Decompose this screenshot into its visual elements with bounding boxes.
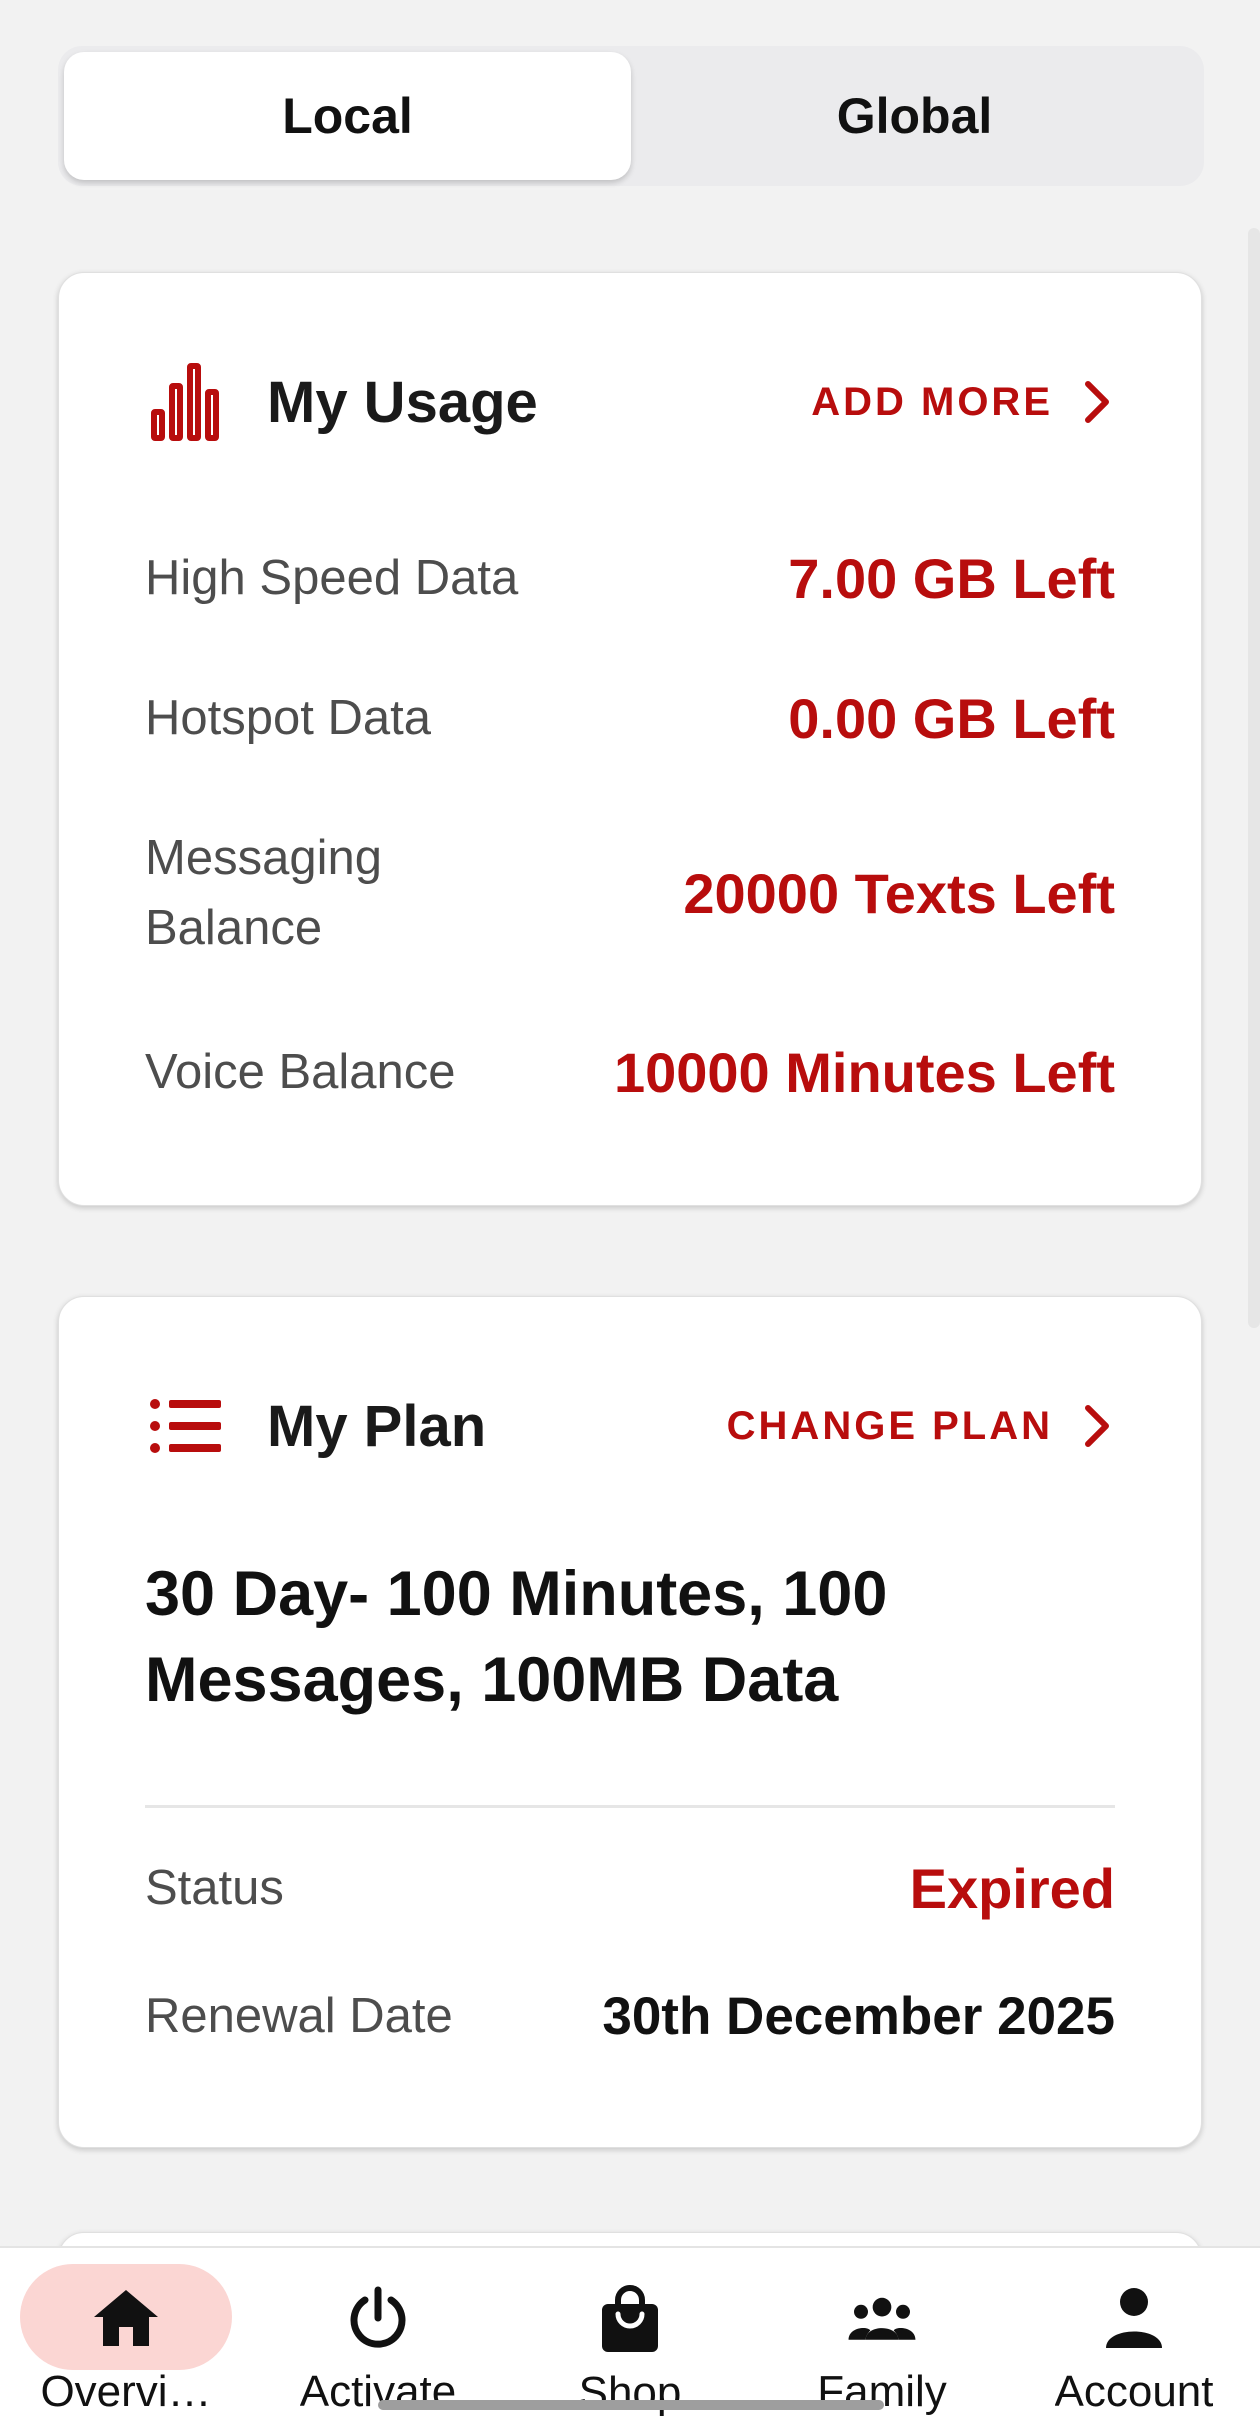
chevron-right-icon: [1085, 381, 1109, 423]
nav-label: Overvi…: [40, 2366, 212, 2416]
plan-title: My Plan: [267, 1393, 487, 1459]
region-toggle: Local Global: [58, 46, 1204, 186]
status-label: Status: [145, 1861, 284, 1915]
renewal-date: 30th December 2025: [602, 1986, 1115, 2046]
usage-row-hotspot: Hotspot Data 0.00 GB Left: [145, 683, 1115, 753]
nav-overview[interactable]: Overvi…: [0, 2248, 252, 2416]
plan-status-row: Status Expired: [145, 1853, 1115, 1923]
usage-title: My Usage: [267, 369, 538, 435]
plan-name: 30 Day- 100 Minutes, 100 Messages, 100MB…: [145, 1559, 888, 1715]
divider: [145, 1805, 1115, 1808]
usage-row-label: Hotspot Data: [145, 691, 431, 745]
plan-renewal-row: Renewal Date 30th December 2025: [145, 1981, 1115, 2051]
usage-row-label: Messaging Balance: [145, 831, 382, 955]
usage-row-value: 10000 Minutes Left: [613, 1040, 1115, 1104]
usage-row-value: 0.00 GB Left: [788, 686, 1115, 750]
usage-card-header: My Usage ADD MORE: [149, 357, 1111, 447]
scrollbar[interactable]: [1248, 228, 1260, 1328]
list-icon: [149, 1389, 223, 1463]
shopping-bag-icon: [595, 2284, 665, 2354]
usage-row-value: 7.00 GB Left: [788, 546, 1115, 610]
change-plan-button[interactable]: CHANGE PLAN: [727, 1404, 1111, 1449]
nav-label: Account: [1054, 2366, 1214, 2416]
plan-card-header: My Plan CHANGE PLAN: [149, 1381, 1111, 1471]
bottom-nav: Overvi… Activate Shop Family Account: [0, 2246, 1260, 2416]
usage-row-label: High Speed Data: [145, 551, 519, 605]
plan-card: My Plan CHANGE PLAN 30 Day- 100 Minutes,…: [58, 1296, 1202, 2148]
home-icon: [91, 2284, 161, 2353]
change-plan-label: CHANGE PLAN: [726, 1403, 1053, 1448]
home-indicator: [378, 2400, 884, 2410]
nav-shop[interactable]: Shop: [504, 2248, 756, 2416]
nav-account[interactable]: Account: [1008, 2248, 1260, 2416]
power-icon: [343, 2284, 413, 2353]
add-more-button[interactable]: ADD MORE: [811, 380, 1111, 425]
usage-row-high-speed: High Speed Data 7.00 GB Left: [145, 543, 1115, 613]
add-more-label: ADD MORE: [811, 379, 1053, 424]
usage-row-voice: Voice Balance 10000 Minutes Left: [145, 1037, 1115, 1107]
bar-chart-icon: [149, 363, 223, 441]
usage-row-value: 20000 Texts Left: [683, 861, 1115, 925]
group-icon: [847, 2284, 917, 2353]
nav-activate[interactable]: Activate: [252, 2248, 504, 2416]
usage-row-messaging: Messaging Balance 20000 Texts Left: [145, 823, 1115, 963]
nav-family[interactable]: Family: [756, 2248, 1008, 2416]
usage-row-label: Voice Balance: [145, 1045, 456, 1099]
tab-global[interactable]: Global: [631, 52, 1198, 180]
renewal-label: Renewal Date: [145, 1989, 453, 2043]
overview-screen: Local Global My Usage ADD MORE High Spee…: [0, 0, 1260, 2416]
tab-local[interactable]: Local: [64, 52, 631, 180]
status-badge: Expired: [909, 1856, 1115, 1920]
usage-card: My Usage ADD MORE High Speed Data 7.00 G…: [58, 272, 1202, 1206]
person-icon: [1099, 2284, 1169, 2353]
chevron-right-icon: [1085, 1405, 1109, 1447]
